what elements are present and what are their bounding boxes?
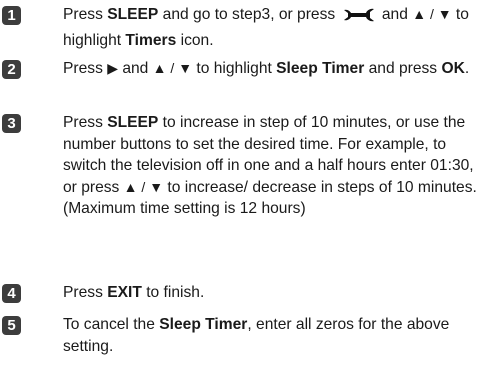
text-run: Press — [63, 60, 108, 77]
text-run: and — [377, 6, 413, 23]
text-run: . — [464, 60, 470, 77]
step-1: 1 Press SLEEP and go to step3, or press … — [0, 6, 479, 50]
text-run: and press — [364, 60, 442, 77]
step-4: 4 Press EXIT to finish. — [0, 284, 479, 306]
step-3: 3 Press SLEEP to increase in step of 10 … — [0, 114, 479, 244]
step-text: Press EXIT to finish. — [63, 282, 477, 304]
text-run: to highlight — [192, 60, 277, 77]
step-number-badge: 2 — [2, 60, 21, 79]
step-text: Press SLEEP to increase in step of 10 mi… — [63, 112, 477, 220]
step-text: Press SLEEP and go to step3, or press an… — [63, 4, 477, 51]
right-arrow-icon: ▶ — [107, 60, 118, 76]
wrench-tool-icon — [342, 7, 376, 30]
step-2: 2 Press ▶ and ▲ / ▼ to highlight Sleep T… — [0, 60, 479, 104]
text-run: To cancel the — [63, 316, 160, 333]
text-run: Press — [63, 114, 108, 131]
text-run: and go to step3, or press — [158, 6, 340, 23]
text-run: to finish. — [141, 284, 205, 301]
ok-button-label: OK — [441, 60, 465, 77]
text-run: and — [117, 60, 153, 77]
text-run: Press — [63, 284, 108, 301]
step-number-badge: 4 — [2, 284, 21, 303]
step-text: To cancel the Sleep Timer, enter all zer… — [63, 314, 477, 357]
text-run: icon. — [176, 31, 214, 49]
step-number-badge: 5 — [2, 316, 21, 335]
timers-label: Timers — [125, 31, 177, 49]
exit-button-label: EXIT — [107, 284, 142, 301]
step-5: 5 To cancel the Sleep Timer, enter all z… — [0, 316, 479, 360]
sleep-timer-label: Sleep Timer — [159, 316, 248, 333]
sleep-button-label: SLEEP — [107, 114, 159, 131]
up-down-arrow-icon: ▲ / ▼ — [412, 6, 452, 22]
text-run: Press — [63, 6, 108, 23]
sleep-timer-label: Sleep Timer — [276, 60, 365, 77]
step-number-badge: 3 — [2, 114, 21, 133]
up-down-arrow-icon: ▲ / ▼ — [123, 178, 164, 195]
step-text: Press ▶ and ▲ / ▼ to highlight Sleep Tim… — [63, 58, 477, 80]
step-number-badge: 1 — [2, 6, 21, 25]
up-down-arrow-icon: ▲ / ▼ — [152, 60, 193, 76]
sleep-button-label: SLEEP — [107, 6, 159, 23]
